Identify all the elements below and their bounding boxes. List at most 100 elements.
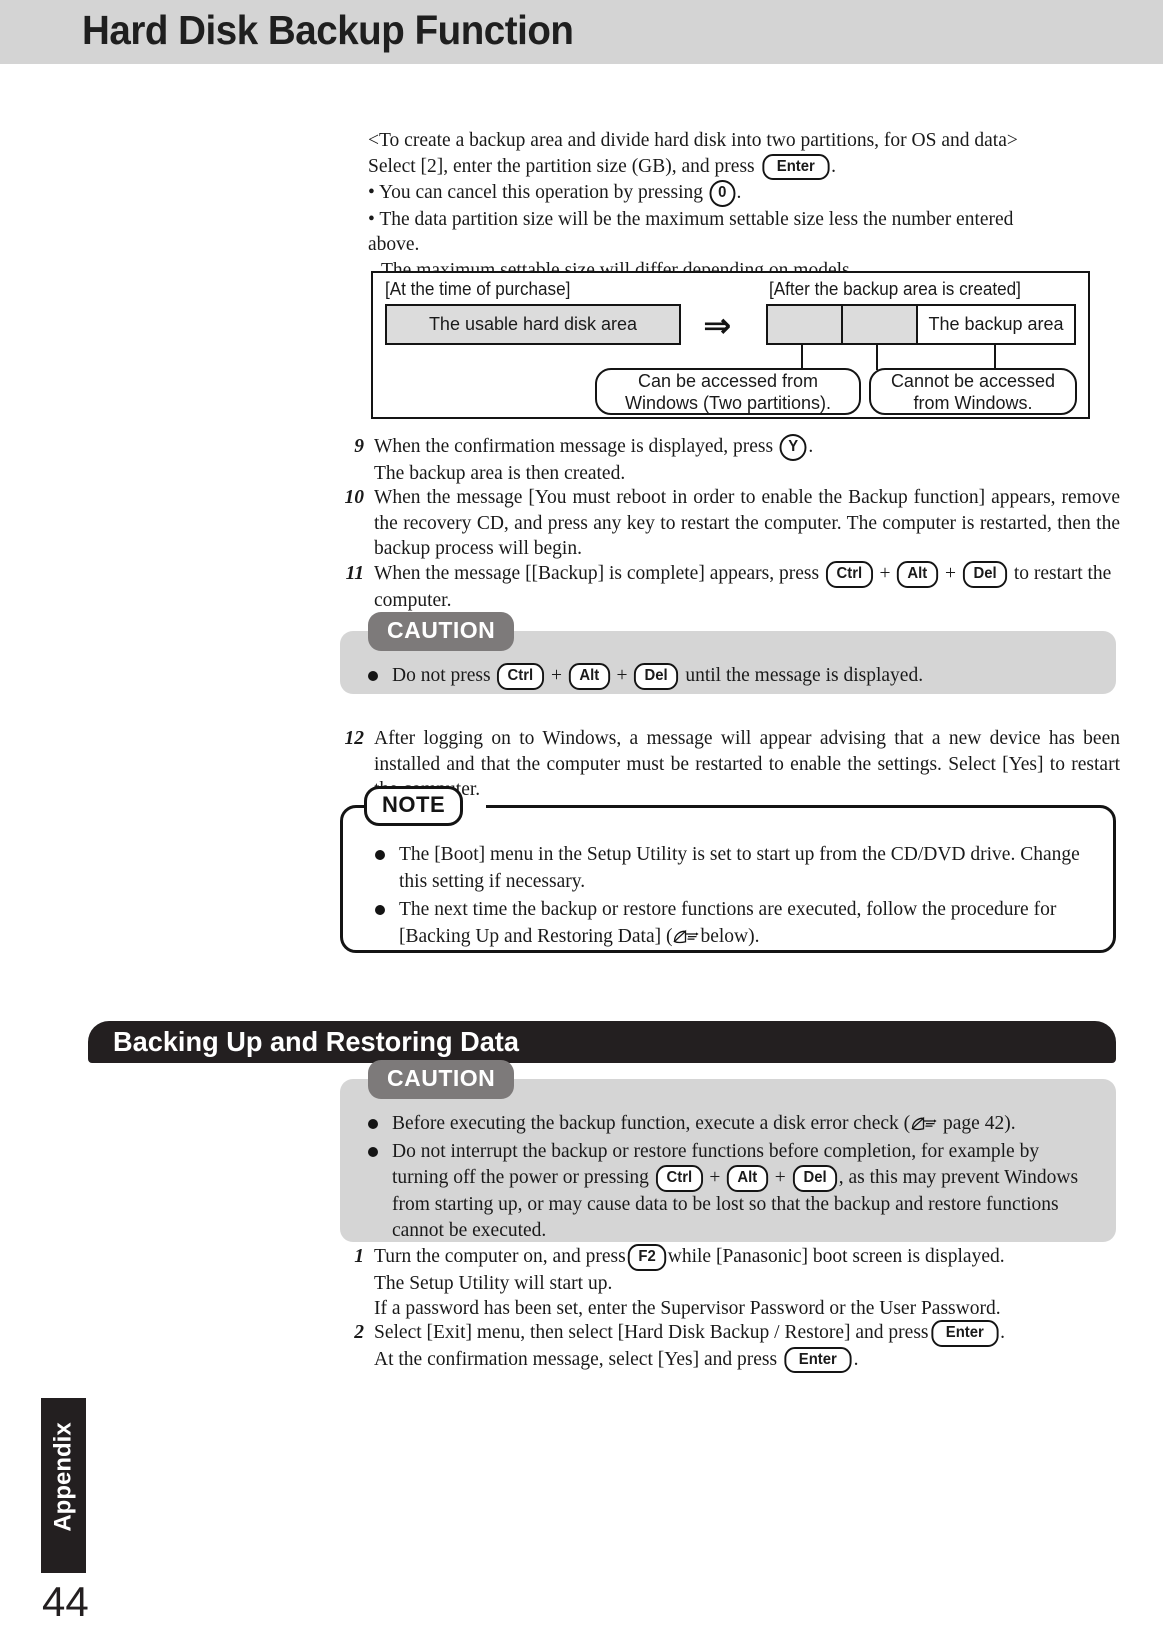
- intro-bullet-1: • You can cancel this operation by press…: [368, 180, 1068, 207]
- callout-left-line1: Can be accessed from: [637, 370, 819, 391]
- note-bullet-2: The next time the backup or restore func…: [373, 897, 1087, 950]
- step-11: 11 When the message [[Backup] is complet…: [338, 561, 1120, 613]
- bullet-dot-icon: [375, 850, 385, 860]
- note-tab-label: NOTE: [364, 786, 464, 826]
- caution-upper-tab-label: CAUTION: [368, 612, 515, 651]
- diagram-box-partition-2: [841, 304, 918, 345]
- intro-paragraph: <To create a backup area and divide hard…: [368, 128, 1068, 283]
- ctrl-key-icon: Ctrl: [497, 663, 545, 690]
- intro-line2-pre: Select [2], enter the partition size (GB…: [368, 155, 755, 177]
- bullet-dot-icon: [368, 1147, 378, 1157]
- diagram-arrow-icon: ⇒: [703, 306, 732, 346]
- step-1-line2: The Setup Utility will start up.: [374, 1272, 613, 1294]
- section-header-label: Backing Up and Restoring Data: [113, 1026, 519, 1057]
- appendix-side-tab: Appendix: [41, 1398, 86, 1573]
- alt-key-icon: Alt: [727, 1165, 769, 1192]
- caution-lower-body: Before executing the backup function, ex…: [340, 1079, 1116, 1242]
- caution-upper-text-post: until the message is displayed.: [685, 665, 924, 686]
- caution-upper-text-pre: Do not press: [392, 665, 491, 686]
- diagram-box-partition-1: [766, 304, 843, 345]
- bullet-dot-icon: [368, 1119, 378, 1129]
- caution-lower-b1-post: page 42).: [943, 1113, 1016, 1134]
- diagram-callout-accessible: Can be accessed from Windows (Two partit…: [595, 368, 861, 415]
- step-1-body: Turn the computer on, and press F2 while […: [374, 1244, 1120, 1322]
- step-9-number: 9: [354, 436, 364, 457]
- intro-bullet1-post: .: [736, 182, 742, 203]
- step-1-line3: If a password has been set, enter the Su…: [374, 1298, 1001, 1319]
- caution-lower-plus-2: +: [774, 1167, 786, 1188]
- intro-line-2: Select [2], enter the partition size (GB…: [368, 153, 1068, 180]
- intro-bullet-2-line1: • The data partition size will be the ma…: [368, 208, 1014, 256]
- callout-right-line2: from Windows.: [913, 392, 1033, 413]
- intro-line2-post: .: [831, 155, 836, 177]
- caution-upper-plus-2: +: [616, 665, 628, 686]
- alt-key-icon: Alt: [897, 561, 939, 588]
- partition-diagram: [At the time of purchase] [After the bac…: [371, 271, 1090, 419]
- step-1-text-pre: Turn the computer on, and press: [374, 1246, 626, 1267]
- page-number: 44: [42, 1578, 89, 1625]
- caution-lower-bullet-1: Before executing the backup function, ex…: [366, 1111, 1090, 1137]
- step-11-text-pre: When the message [[Backup] is complete] …: [374, 563, 820, 584]
- caution-lower-b1-pre: Before executing the backup function, ex…: [392, 1113, 911, 1134]
- bullet-dot-icon: [375, 905, 385, 915]
- alt-key-icon: Alt: [568, 663, 610, 690]
- step-9: 9 When the confirmation message is displ…: [338, 434, 1118, 486]
- diagram-leader-line-2: [876, 345, 879, 370]
- step-10: 10 When the message [You must reboot in …: [338, 485, 1121, 562]
- note-bullet-1: The [Boot] menu in the Setup Utility is …: [373, 842, 1087, 895]
- caution-lower-bullet-2: Do not interrupt the backup or restore f…: [366, 1139, 1090, 1244]
- zero-key-icon: 0: [709, 180, 735, 207]
- step-11-plus-1: +: [879, 563, 891, 584]
- caution-lower-tab-label: CAUTION: [368, 1060, 515, 1099]
- note-bullet-2-tail: below).: [700, 925, 760, 947]
- step-11-number: 11: [345, 563, 364, 584]
- step-9-line2: The backup area is then created.: [374, 462, 626, 484]
- step-10-number: 10: [344, 487, 365, 508]
- diagram-leader-line-3: [994, 345, 997, 370]
- step-11-plus-2: +: [944, 563, 956, 584]
- diagram-box-usable-area: The usable hard disk area: [385, 304, 681, 345]
- step-2-text-post: .: [1000, 1322, 1006, 1343]
- step-1-text-post: while [Panasonic] boot screen is display…: [667, 1246, 1005, 1267]
- step-12-number: 12: [344, 728, 365, 749]
- note-body: The [Boot] menu in the Setup Utility is …: [340, 805, 1116, 953]
- intro-bullet1-pre: • You can cancel this operation by press…: [368, 182, 704, 203]
- pointing-hand-icon: [673, 926, 700, 943]
- step-12-body: After logging on to Windows, a message w…: [374, 728, 1120, 800]
- note-bullet-1-text: The [Boot] menu in the Setup Utility is …: [399, 844, 1080, 892]
- del-key-icon: Del: [634, 663, 679, 690]
- step-2-body: Select [Exit] menu, then select [Hard Di…: [374, 1320, 1120, 1373]
- del-key-icon: Del: [792, 1165, 837, 1192]
- enter-key-icon: Enter: [784, 1346, 852, 1373]
- step-2-line2-post: .: [853, 1348, 859, 1370]
- step-9-body: When the confirmation message is display…: [374, 434, 1118, 486]
- step-1-number: 1: [354, 1246, 364, 1267]
- caution-upper-bullet: Do not press Ctrl + Alt + Del until the …: [366, 663, 1090, 690]
- appendix-side-tab-label: Appendix: [49, 1422, 77, 1532]
- diagram-label-before: [At the time of purchase]: [385, 279, 571, 299]
- ctrl-key-icon: Ctrl: [655, 1165, 703, 1192]
- pointing-hand-icon: [911, 1113, 937, 1131]
- callout-right-line1: Cannot be accessed: [890, 370, 1056, 391]
- caution-lower-plus-1: +: [709, 1167, 721, 1188]
- f2-key-icon: F2: [627, 1244, 666, 1271]
- step-2-line2-pre: At the confirmation message, select [Yes…: [374, 1348, 778, 1370]
- diagram-label-after: [After the backup area is created]: [769, 279, 1021, 299]
- enter-key-icon: Enter: [761, 153, 829, 180]
- step-10-body: When the message [You must reboot in ord…: [374, 487, 1120, 559]
- ctrl-key-icon: Ctrl: [825, 561, 873, 588]
- y-key-icon: Y: [779, 434, 807, 461]
- diagram-callout-not-accessible: Cannot be accessed from Windows.: [869, 368, 1077, 415]
- caution-upper-plus-1: +: [551, 665, 563, 686]
- step-11-body: When the message [[Backup] is complete] …: [374, 561, 1120, 613]
- del-key-icon: Del: [962, 561, 1008, 588]
- step-9-text-pre: When the confirmation message is display…: [374, 436, 774, 457]
- step-2-text-pre: Select [Exit] menu, then select [Hard Di…: [374, 1322, 929, 1343]
- enter-key-icon: Enter: [930, 1320, 998, 1347]
- step-2-number: 2: [354, 1322, 364, 1343]
- step-9-text-post: .: [808, 436, 814, 457]
- step-1: 1 Turn the computer on, and press F2 while…: [338, 1244, 1120, 1322]
- page-title: Hard Disk Backup Function: [82, 7, 574, 53]
- callout-left-line2: Windows (Two partitions).: [624, 392, 832, 413]
- intro-line-1: <To create a backup area and divide hard…: [368, 130, 1018, 151]
